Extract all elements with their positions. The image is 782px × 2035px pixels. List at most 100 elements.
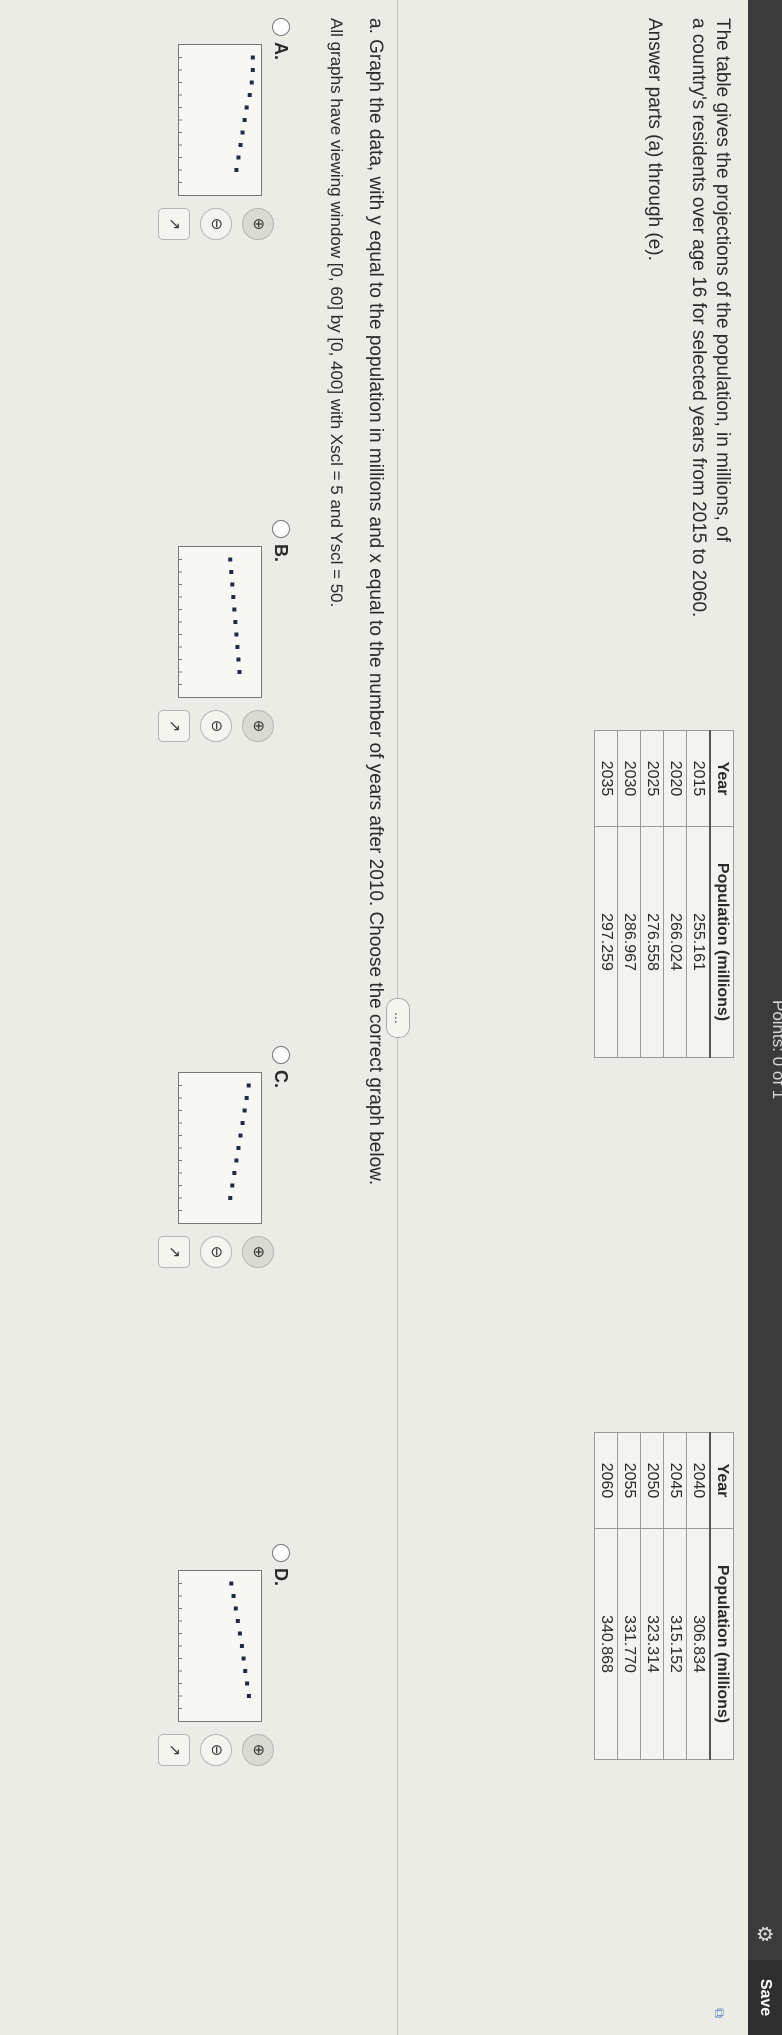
data-point (228, 1196, 233, 1200)
open-graph-icon[interactable]: ↗ (158, 710, 190, 742)
zoom-in-icon[interactable]: ⊕ (242, 208, 274, 240)
more-button[interactable]: ... (386, 998, 410, 1038)
graph-c (178, 1072, 262, 1224)
data-point (228, 557, 233, 562)
table-row: 2015 255.161 (686, 730, 710, 1058)
data-point (235, 1619, 240, 1623)
data-point (239, 1644, 244, 1648)
gear-icon[interactable]: ⚙ (752, 1925, 777, 1943)
data-point (242, 1108, 247, 1113)
open-graph-icon[interactable]: ↗ (158, 208, 190, 240)
data-point (234, 1158, 239, 1163)
data-point (231, 595, 236, 599)
population-cell: 331.770 (617, 1528, 641, 1760)
data-point (236, 657, 241, 662)
data-point (234, 168, 239, 172)
table-row: 2020 266.024 (663, 730, 687, 1058)
graph-c-plot (179, 1083, 251, 1211)
table-copy-icon[interactable]: ⧉ (711, 2008, 728, 2018)
option-d-label: D. (271, 1568, 291, 1586)
intro-line-2: a country's residents over age 16 for se… (688, 18, 709, 618)
graph-d (178, 1570, 262, 1722)
graph-a-tools: ⊕ ⊖ ↗ (148, 208, 274, 244)
data-point (240, 1121, 245, 1125)
graph-d-plot (179, 1581, 251, 1709)
data-point (235, 645, 240, 649)
year-cell: 2015 (686, 730, 710, 827)
open-graph-icon[interactable]: ↗ (158, 1236, 190, 1268)
data-point (232, 607, 237, 612)
data-point (229, 1581, 234, 1586)
data-point (234, 632, 239, 637)
option-a-label: A. (271, 42, 291, 60)
table-row: 2045 315.152 (663, 1432, 687, 1760)
radio-option-d[interactable] (272, 1544, 290, 1562)
year-cell: 2025 (640, 730, 664, 827)
population-table-right: Year Population (millions) 2040 306.834 2… (594, 1432, 734, 1760)
table-row: 2025 276.558 (640, 730, 664, 1058)
table-row: 2040 306.834 (686, 1432, 710, 1760)
population-table-left: Year Population (millions) 2015 255.161 2… (594, 730, 734, 1058)
data-point (233, 1606, 238, 1611)
table-row: 2060 340.868 (594, 1432, 618, 1760)
table-row: 2050 323.314 (640, 1432, 664, 1760)
data-point (238, 1133, 243, 1138)
year-cell: 2060 (594, 1432, 618, 1529)
population-cell: 315.152 (663, 1528, 687, 1760)
zoom-out-icon[interactable]: ⊖ (200, 208, 232, 240)
year-cell: 2035 (594, 730, 618, 827)
part-a-prompt: a. Graph the data, with y equal to the p… (365, 18, 386, 1186)
year-header: Year (710, 1432, 734, 1529)
radio-option-a[interactable] (272, 18, 290, 36)
data-point (250, 55, 255, 60)
data-point (238, 143, 243, 147)
zoom-in-icon[interactable]: ⊕ (242, 1734, 274, 1766)
population-cell: 323.314 (640, 1528, 664, 1760)
option-c-label: C. (271, 1070, 291, 1088)
zoom-in-icon[interactable]: ⊕ (242, 710, 274, 742)
save-button[interactable]: Save (748, 1960, 782, 2035)
data-point (242, 118, 247, 122)
table-row: 2030 286.967 (617, 730, 641, 1058)
data-point (244, 105, 249, 110)
table-row: 2055 331.770 (617, 1432, 641, 1760)
zoom-in-icon[interactable]: ⊕ (242, 1236, 274, 1268)
data-point (237, 670, 242, 674)
data-point (247, 93, 252, 97)
population-cell: 276.558 (640, 826, 664, 1058)
data-point (236, 155, 241, 160)
population-cell: 297.259 (594, 826, 618, 1058)
question-intro: The table gives the projections of the p… (642, 18, 734, 728)
graph-b-plot (179, 557, 242, 685)
zoom-out-icon[interactable]: ⊖ (200, 1236, 232, 1268)
year-cell: 2020 (663, 730, 687, 827)
graph-a-plot (179, 55, 255, 183)
zoom-out-icon[interactable]: ⊖ (200, 1734, 232, 1766)
data-point (245, 1681, 250, 1686)
population-header: Population (millions) (710, 1528, 734, 1760)
page: Points: 0 of 1 ⚙ Save The table gives th… (0, 0, 782, 2035)
population-cell: 340.868 (594, 1528, 618, 1760)
radio-option-c[interactable] (272, 1046, 290, 1064)
data-point (243, 1669, 248, 1673)
data-point (244, 1096, 249, 1100)
data-point (246, 1694, 251, 1698)
data-point (240, 130, 245, 135)
data-point (241, 1656, 246, 1661)
population-header: Population (millions) (710, 826, 734, 1058)
viewing-window-note: All graphs have viewing window [0, 60] b… (327, 18, 346, 608)
graph-d-tools: ⊕ ⊖ ↗ (148, 1734, 274, 1770)
data-point (246, 1083, 251, 1088)
open-graph-icon[interactable]: ↗ (158, 1734, 190, 1766)
data-point (232, 1171, 237, 1175)
graph-b-tools: ⊕ ⊖ ↗ (148, 710, 274, 746)
data-point (230, 1183, 235, 1188)
year-cell: 2030 (617, 730, 641, 827)
zoom-out-icon[interactable]: ⊖ (200, 710, 232, 742)
data-point (229, 570, 234, 574)
data-point (249, 80, 254, 85)
year-cell: 2055 (617, 1432, 641, 1529)
population-cell: 306.834 (686, 1528, 710, 1760)
radio-option-b[interactable] (272, 520, 290, 538)
intro-line-1: The table gives the projections of the p… (712, 18, 733, 542)
